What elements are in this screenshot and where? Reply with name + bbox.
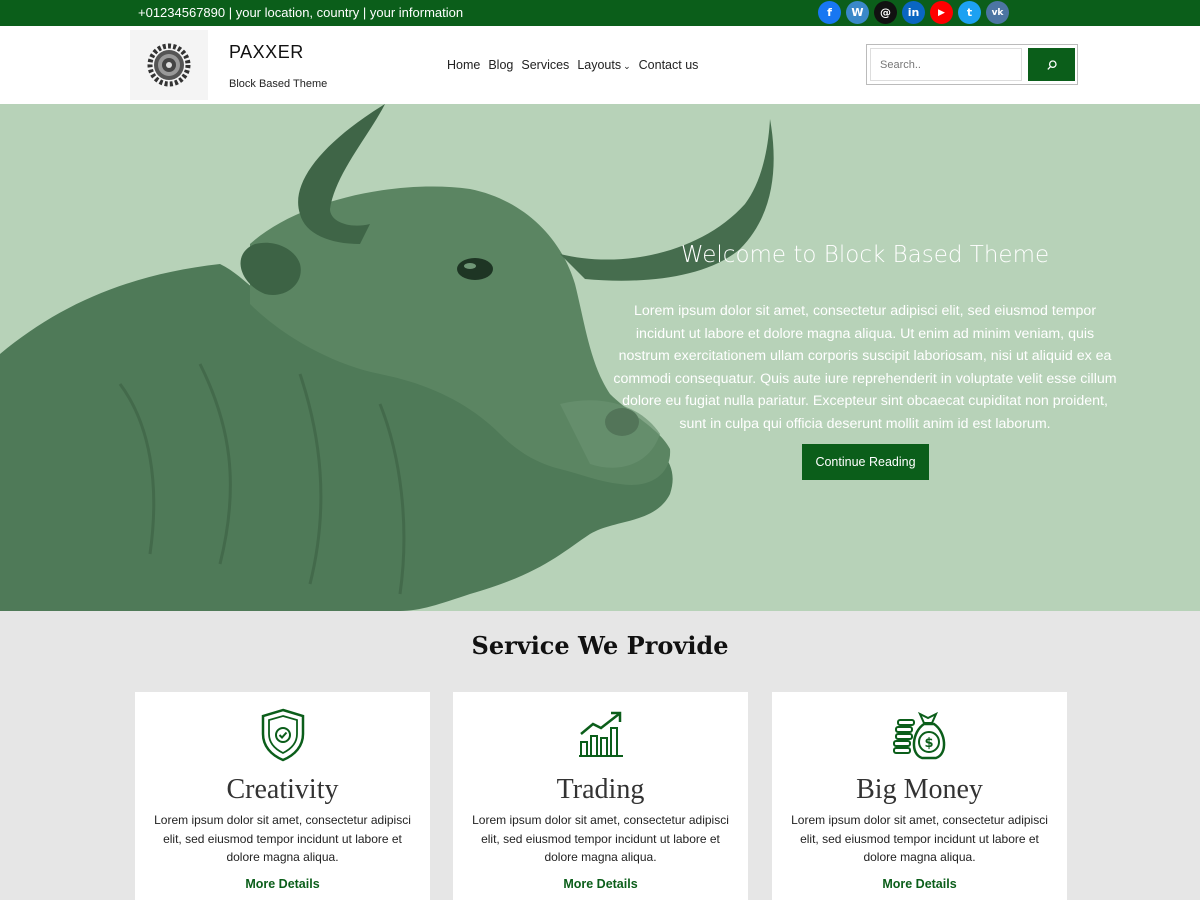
main-nav: Home Blog Services Layouts ⌄ Contact us xyxy=(447,58,698,72)
hero-title: Welcome to Block Based Theme xyxy=(680,242,1050,268)
vk-icon[interactable]: vk xyxy=(986,1,1009,24)
chart-growth-icon xyxy=(578,711,623,757)
nav-item-layouts[interactable]: Layouts ⌄ xyxy=(577,58,630,72)
site-title[interactable]: PAXXER xyxy=(229,42,304,63)
nav-item-layouts-label: Layouts xyxy=(577,58,622,72)
more-details-link[interactable]: More Details xyxy=(135,877,430,891)
chevron-down-icon: ⌄ xyxy=(623,61,631,71)
money-bag-icon: $ xyxy=(892,711,945,760)
linkedin-icon[interactable]: in xyxy=(902,1,925,24)
nav-item-home[interactable]: Home xyxy=(447,58,480,72)
service-text: Lorem ipsum dolor sit amet, consectetur … xyxy=(472,813,729,864)
search-icon xyxy=(1046,59,1057,70)
services-heading: Service We Provide xyxy=(471,631,729,660)
service-card: $ Big Money Lorem ipsum dolor sit amet, … xyxy=(772,692,1067,900)
svg-text:$: $ xyxy=(924,736,933,751)
youtube-icon[interactable]: ▶ xyxy=(930,1,953,24)
social-links: f W @ in ▶ t vk xyxy=(818,1,1009,24)
search-form: Search.. xyxy=(866,44,1078,85)
site-tagline: Block Based Theme xyxy=(229,78,328,90)
more-details-link[interactable]: More Details xyxy=(453,877,748,891)
services-section: Service We Provide Creativity Lorem ipsu… xyxy=(0,611,1200,900)
wordpress-icon[interactable]: W xyxy=(846,1,869,24)
site-header: PAXXER Block Based Theme Home Blog Servi… xyxy=(0,26,1200,104)
search-button[interactable] xyxy=(1028,48,1075,81)
service-card: Trading Lorem ipsum dolor sit amet, cons… xyxy=(453,692,748,900)
nav-item-blog[interactable]: Blog xyxy=(488,58,513,72)
site-logo[interactable] xyxy=(130,30,208,100)
service-card: Creativity Lorem ipsum dolor sit amet, c… xyxy=(135,692,430,900)
continue-reading-button[interactable]: Continue Reading xyxy=(802,444,929,480)
service-title: Big Money xyxy=(856,774,983,805)
top-bar: +01234567890 | your location, country | … xyxy=(0,0,1200,26)
more-details-link[interactable]: More Details xyxy=(772,877,1067,891)
threads-icon[interactable]: @ xyxy=(874,1,897,24)
service-text: Lorem ipsum dolor sit amet, consectetur … xyxy=(791,813,1048,864)
nav-item-services[interactable]: Services xyxy=(521,58,569,72)
service-title: Creativity xyxy=(226,774,339,805)
facebook-icon[interactable]: f xyxy=(818,1,841,24)
hero-text: Lorem ipsum dolor sit amet, consectetur … xyxy=(613,303,1117,432)
service-title: Trading xyxy=(556,774,645,805)
nav-item-contact[interactable]: Contact us xyxy=(639,58,699,72)
twitter-icon[interactable]: t xyxy=(958,1,981,24)
contact-info: +01234567890 | your location, country | … xyxy=(138,5,464,20)
search-input[interactable]: Search.. xyxy=(870,48,1022,81)
service-text: Lorem ipsum dolor sit amet, consectetur … xyxy=(154,813,411,864)
hero-banner: Welcome to Block Based Theme Lorem ipsum… xyxy=(0,104,1200,611)
shield-check-icon xyxy=(261,708,304,762)
gear-logo-icon xyxy=(147,43,191,87)
